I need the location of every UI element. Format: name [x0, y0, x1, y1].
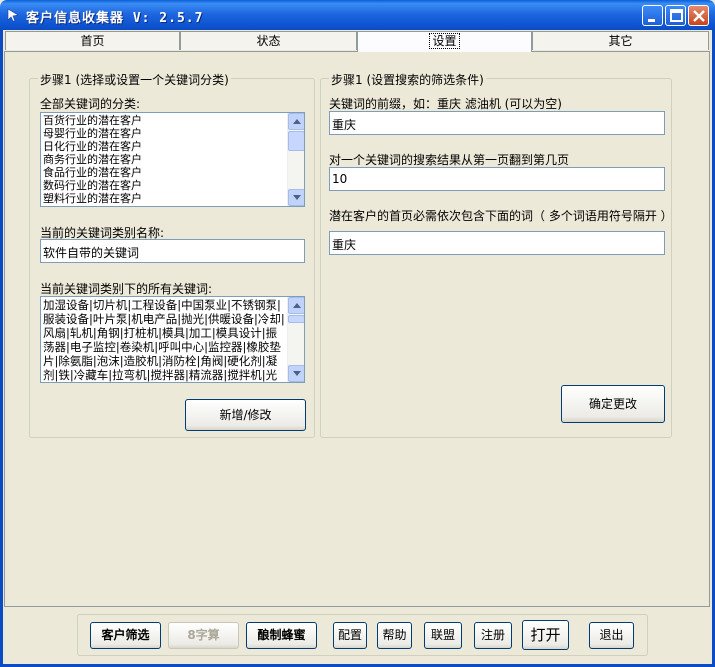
list-item[interactable]: 日化行业的潜在客户 [43, 140, 286, 153]
tab-other[interactable]: 其它 [532, 31, 709, 50]
group-title: 步骤1 (选择或设置一个关键词分类) [38, 71, 231, 88]
title-bar[interactable]: 客户信息收集器 V: 2.5.7 [0, 0, 715, 30]
scroll-down-button[interactable] [288, 365, 304, 382]
bazi-button[interactable]: 8字算 [168, 622, 239, 649]
vertical-scrollbar[interactable] [287, 113, 304, 206]
tab-settings[interactable]: 设置 [357, 31, 532, 52]
maximize-button[interactable] [665, 5, 686, 26]
category-name-input[interactable]: 软件自带的关键词 [40, 239, 305, 263]
tab-label: 状态 [256, 34, 281, 48]
tab-label: 其它 [608, 34, 633, 48]
category-listbox[interactable]: 百货行业的潜在客户 母婴行业的潜在客户 日化行业的潜在客户 商务行业的潜在客户 … [40, 112, 305, 207]
list-item[interactable]: 数码行业的潜在客户 [43, 179, 286, 192]
tab-status[interactable]: 状态 [180, 31, 357, 50]
list-item[interactable]: 食品行业的潜在客户 [43, 166, 286, 179]
tab-home[interactable]: 首页 [5, 31, 180, 50]
scroll-up-button[interactable] [288, 113, 304, 130]
config-button[interactable]: 配置 [333, 622, 367, 649]
window-title: 客户信息收集器 V: 2.5.7 [26, 11, 204, 26]
confirm-change-button[interactable]: 确定更改 [561, 385, 665, 423]
group-title: 步骤1 (设置搜索的筛选条件) [329, 71, 486, 88]
must-contain-input[interactable]: 重庆 [329, 231, 665, 255]
tab-label: 首页 [80, 34, 105, 48]
customer-filter-button[interactable]: 客户筛选 [90, 622, 161, 649]
settings-panel: 步骤1 (选择或设置一个关键词分类) 全部关键词的分类: 百货行业的潜在客户 母… [4, 51, 710, 607]
close-button[interactable] [688, 5, 709, 26]
app-icon [6, 8, 20, 22]
honey-button[interactable]: 酿制蜂蜜 [246, 622, 317, 649]
tab-label: 设置 [429, 33, 460, 49]
list-item[interactable]: 塑料行业的潜在客户 [43, 192, 286, 205]
list-item[interactable]: 母婴行业的潜在客户 [43, 127, 286, 140]
pages-input[interactable]: 10 [329, 167, 665, 191]
vertical-scrollbar[interactable] [287, 297, 304, 382]
alliance-button[interactable]: 联盟 [424, 622, 462, 649]
bottom-toolbar: 客户筛选 8字算 酿制蜂蜜 配置 帮助 联盟 注册 打开 退出 [77, 614, 648, 656]
prefix-label: 关键词的前缀，如：重庆 滤油机 (可以为空) [329, 97, 562, 111]
keywords-memo[interactable]: 加湿设备|切片机|工程设备|中国泵业|不锈钢泵|服装设备|叶片泵|机电产品|抛光… [40, 296, 305, 383]
all-categories-label: 全部关键词的分类: [40, 97, 141, 111]
scroll-up-button[interactable] [288, 297, 304, 314]
list-item[interactable]: 商务行业的潜在客户 [43, 153, 286, 166]
register-button[interactable]: 注册 [474, 622, 512, 649]
window-frame-left [0, 30, 3, 667]
help-button[interactable]: 帮助 [377, 622, 412, 649]
scroll-thumb[interactable] [288, 315, 304, 323]
add-edit-button[interactable]: 新增/修改 [185, 399, 306, 431]
keywords-text[interactable]: 加湿设备|切片机|工程设备|中国泵业|不锈钢泵|服装设备|叶片泵|机电产品|抛光… [43, 298, 286, 382]
prefix-input[interactable]: 重庆 [329, 111, 665, 135]
list-item[interactable]: 百货行业的潜在客户 [43, 114, 286, 127]
pages-label: 对一个关键词的搜索结果从第一页翻到第几页 [329, 153, 570, 167]
keyword-category-group: 步骤1 (选择或设置一个关键词分类) 全部关键词的分类: 百货行业的潜在客户 母… [29, 71, 315, 438]
keywords-label: 当前关键词类别下的所有关键词: [40, 282, 213, 296]
search-filter-group: 步骤1 (设置搜索的筛选条件) 关键词的前缀，如：重庆 滤油机 (可以为空) 重… [320, 71, 673, 438]
open-button[interactable]: 打开 [522, 620, 569, 650]
must-contain-label: 潜在客户的首页必需依次包含下面的词（ 多个词语用符号隔开 ） [329, 209, 673, 223]
scroll-down-button[interactable] [288, 189, 304, 206]
exit-button[interactable]: 退出 [589, 622, 634, 649]
minimize-button[interactable] [642, 5, 663, 26]
scroll-thumb[interactable] [288, 131, 304, 151]
